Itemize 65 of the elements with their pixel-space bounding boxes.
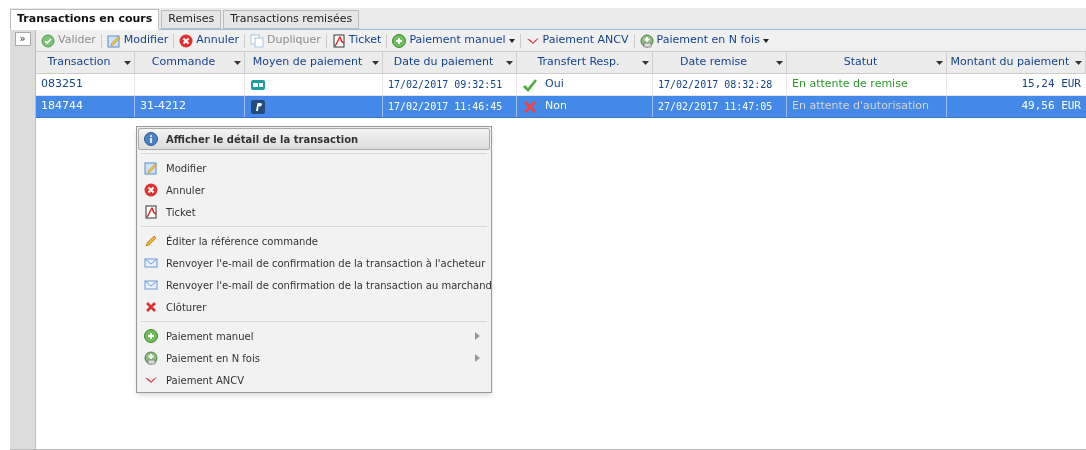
table-cell: 15,24 EUR (1021, 76, 1081, 93)
plus-circle-icon (392, 33, 407, 48)
submenu-arrow-icon (475, 332, 480, 340)
menu-item[interactable]: Paiement manuel (138, 325, 490, 347)
table-cell: 083251 (41, 76, 83, 93)
table-cell-text: 17/02/2017 09:32:51 (388, 78, 503, 92)
menu-item[interactable]: Annuler (138, 179, 490, 201)
caret-icon (508, 38, 515, 43)
tab[interactable]: Remises (161, 10, 222, 29)
pdf-icon (331, 33, 346, 48)
table-cell: 184744 (41, 98, 83, 115)
expand-button[interactable]: » (14, 32, 31, 46)
table-cell: Non (545, 98, 567, 115)
table-cell-text: 17/02/2017 11:46:45 (388, 100, 503, 114)
column-header[interactable]: Montant du paiement (947, 52, 1086, 73)
menu-item[interactable]: Renvoyer l'e-mail de confirmation de la transaction à l'acheteur (138, 252, 490, 274)
toolbar-button[interactable]: Annuler (178, 30, 241, 51)
toolbar-button[interactable]: Ticket (330, 30, 383, 51)
status-text: En attente de remise (792, 76, 908, 93)
column-header[interactable]: Date remise (653, 52, 787, 73)
table-row[interactable]: 083251 17/02/2017 09:32:51 Oui 17/02/2017 08:32:28 En attente de remise 15,24 EUR (36, 74, 1086, 96)
edit-icon (106, 33, 121, 48)
menu-item[interactable]: Paiement en N fois (138, 347, 490, 369)
column-header[interactable]: Date du paiement (383, 52, 517, 73)
plus-circle-icon (639, 33, 654, 48)
table-cell: 49,56 EUR (1021, 98, 1081, 115)
plus-circle-icon (144, 351, 158, 365)
toolbar-button[interactable]: Paiement ANCV (524, 30, 630, 51)
column-header[interactable]: Moyen de paiement (245, 52, 383, 73)
tab[interactable]: Transactions remisées (223, 10, 360, 29)
duplicate-icon (250, 33, 265, 48)
edit-icon (144, 161, 158, 175)
tab[interactable]: Transactions en cours (10, 9, 160, 30)
cancel-icon (179, 33, 194, 48)
table-row[interactable]: 184744 31-4212 17/02/2017 11:46:45 Non 27/02/2017 11:47:05 En attente d'autorisation 49,56 EUR (36, 96, 1086, 118)
menu-item[interactable]: Afficher le détail de la transaction (138, 128, 490, 150)
menu-item[interactable]: Éditer la référence commande (138, 230, 490, 252)
table-cell: Oui (545, 76, 564, 93)
table-cell-text: 27/02/2017 11:47:05 (658, 100, 773, 114)
cross-icon (144, 300, 158, 314)
column-header[interactable]: Transfert Resp. (517, 52, 653, 73)
column-header[interactable]: Commande (135, 52, 245, 73)
pdf-icon (144, 205, 158, 219)
envelope-icon (144, 278, 158, 292)
submenu-arrow-icon (475, 354, 480, 362)
menu-item[interactable]: Modifier (138, 157, 490, 179)
status-text: En attente d'autorisation (792, 98, 929, 115)
check-circle-icon (41, 33, 55, 48)
table-cell-text: 17/02/2017 08:32:28 (658, 78, 773, 92)
caret-icon (762, 38, 769, 43)
column-header[interactable]: Statut (787, 52, 947, 73)
table-cell: 31-4212 (140, 98, 186, 115)
toolbar-button[interactable]: Paiement manuel (391, 30, 516, 51)
toolbar-button[interactable]: Modifier (105, 30, 170, 51)
toolbar-button[interactable]: Paiement en N fois (638, 30, 770, 51)
menu-item[interactable]: Renvoyer l'e-mail de confirmation de la transaction au marchand (138, 274, 490, 296)
cancel-icon (144, 183, 158, 197)
menu-item[interactable]: Paiement ANCV (138, 369, 490, 391)
envelope-icon (144, 256, 158, 270)
pencil-icon (144, 234, 158, 248)
info-icon (144, 132, 158, 146)
plus-circle-icon (144, 329, 158, 343)
menu-item[interactable]: Ticket (138, 201, 490, 223)
menu-item[interactable]: Clôturer (138, 296, 490, 318)
column-header[interactable]: Transaction (36, 52, 135, 73)
